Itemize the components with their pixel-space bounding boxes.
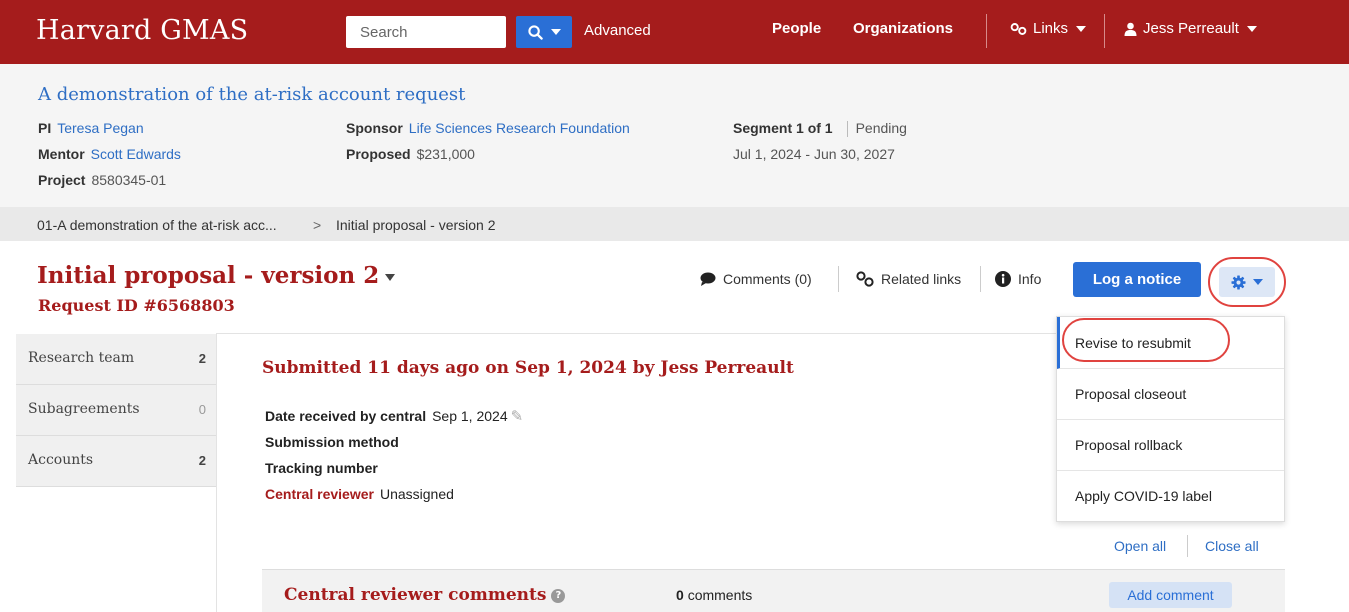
highlight-ring [1208, 257, 1286, 307]
page-title[interactable]: Initial proposal - version 2 [37, 262, 396, 289]
project-label: Project [38, 172, 86, 188]
project-title-link[interactable]: A demonstration of the at-risk account r… [38, 84, 465, 105]
menu-item-apply-covid-label[interactable]: Apply COVID-19 label [1057, 470, 1284, 522]
central-reviewer-field: Central reviewer Unassigned [265, 486, 454, 502]
menu-item-proposal-closeout[interactable]: Proposal closeout [1057, 368, 1284, 420]
comments-link[interactable]: Comments (0) [700, 271, 812, 287]
nav-links-label: Links [1033, 20, 1069, 37]
segment-dates: Jul 1, 2024 - Jun 30, 2027 [733, 146, 895, 162]
breadcrumb-separator: > [313, 217, 322, 233]
mentor-label: Mentor [38, 146, 85, 162]
proposed-amount: $231,000 [416, 146, 475, 162]
chevron-down-icon [385, 273, 396, 281]
info-icon [995, 271, 1011, 287]
sidebar-item-accounts[interactable]: Accounts 2 [16, 436, 216, 487]
date-received-value: Sep 1, 2024 [432, 408, 508, 424]
nav-divider [986, 14, 987, 48]
sidebar-item-research-team[interactable]: Research team 2 [16, 334, 216, 385]
help-icon[interactable]: ? [551, 588, 566, 603]
section-title: Central reviewer comments? [284, 585, 566, 605]
sidebar-item-label: Subagreements [28, 401, 140, 417]
sponsor-label: Sponsor [346, 120, 403, 136]
search-button[interactable] [516, 16, 572, 48]
pencil-icon[interactable]: ✎ [511, 407, 524, 425]
proposed-label: Proposed [346, 146, 411, 162]
project-field: Project 8580345-01 [38, 172, 166, 188]
status-text: Pending [855, 120, 907, 136]
close-all-link[interactable]: Close all [1205, 538, 1259, 554]
comment-icon [700, 272, 716, 286]
date-received-field: Date received by central Sep 1, 2024 ✎ [265, 407, 523, 425]
central-reviewer-value: Unassigned [379, 486, 454, 502]
sidebar-item-label: Accounts [28, 452, 94, 468]
search-input[interactable] [346, 16, 506, 48]
related-links-link[interactable]: Related links [856, 271, 961, 287]
mentor-link[interactable]: Scott Edwards [91, 146, 181, 162]
proposed-field: Proposed $231,000 [346, 146, 475, 162]
advanced-search-link[interactable]: Advanced [584, 22, 651, 39]
sidebar-item-count: 2 [198, 453, 206, 468]
page-title-text: Initial proposal - version 2 [37, 262, 380, 289]
comment-count: 0 comments [676, 587, 752, 603]
link-icon [856, 271, 874, 287]
divider [846, 121, 848, 138]
comment-count-label: comments [687, 587, 753, 603]
divider [216, 333, 217, 612]
chevron-down-icon [550, 29, 561, 35]
sidebar-item-subagreements[interactable]: Subagreements 0 [16, 385, 216, 436]
sponsor-field: Sponsor Life Sciences Research Foundation [346, 120, 630, 136]
chevron-down-icon [1076, 25, 1087, 32]
user-name: Jess Perreault [1143, 20, 1239, 37]
divider [1187, 535, 1188, 557]
breadcrumb-current: Initial proposal - version 2 [336, 217, 496, 233]
log-notice-button[interactable]: Log a notice [1073, 262, 1201, 297]
submission-heading: Submitted 11 days ago on Sep 1, 2024 by … [262, 358, 794, 378]
tracking-number-label: Tracking number [265, 460, 378, 476]
comments-label: Comments (0) [723, 271, 812, 287]
project-number: 8580345-01 [91, 172, 167, 188]
info-label: Info [1018, 271, 1042, 287]
sidebar-item-count: 0 [198, 402, 206, 417]
mentor-field: Mentor Scott Edwards [38, 146, 181, 162]
sidebar-item-count: 2 [198, 351, 206, 366]
submission-method-field: Submission method [265, 434, 405, 450]
pi-label: PI [38, 120, 52, 136]
breadcrumb-parent[interactable]: 01-A demonstration of the at-risk acc... [37, 217, 277, 233]
request-id: Request ID #6568803 [38, 296, 235, 315]
add-comment-button[interactable]: Add comment [1109, 582, 1232, 608]
segment-field: Segment 1 of 1 Pending [733, 120, 907, 138]
highlight-ring [1062, 318, 1230, 362]
date-range: Jul 1, 2024 - Jun 30, 2027 [733, 146, 895, 162]
pi-link[interactable]: Teresa Pegan [57, 120, 143, 136]
comment-count-number: 0 [676, 587, 684, 603]
open-all-link[interactable]: Open all [1114, 538, 1166, 554]
link-icon [1010, 22, 1027, 35]
search-icon [527, 24, 543, 40]
chevron-down-icon [1246, 25, 1257, 32]
nav-people[interactable]: People [772, 20, 821, 37]
tracking-number-field: Tracking number [265, 460, 384, 476]
nav-organizations[interactable]: Organizations [853, 20, 953, 37]
sidebar-item-label: Research team [28, 350, 135, 366]
sponsor-link[interactable]: Life Sciences Research Foundation [409, 120, 630, 136]
divider [980, 266, 981, 292]
date-received-label: Date received by central [265, 408, 427, 424]
nav-links-menu[interactable]: Links [1010, 20, 1087, 37]
section-title-text: Central reviewer comments [284, 585, 547, 605]
brand-logo[interactable]: Harvard GMAS [36, 15, 248, 46]
info-link[interactable]: Info [995, 271, 1041, 287]
user-icon [1124, 22, 1137, 36]
pi-field: PI Teresa Pegan [38, 120, 144, 136]
central-reviewer-label: Central reviewer [265, 486, 374, 502]
segment-label: Segment 1 of 1 [733, 120, 833, 136]
menu-item-proposal-rollback[interactable]: Proposal rollback [1057, 419, 1284, 471]
related-links-label: Related links [881, 271, 962, 287]
user-menu[interactable]: Jess Perreault [1124, 20, 1257, 37]
nav-divider [1104, 14, 1105, 48]
submission-method-label: Submission method [265, 434, 399, 450]
divider [838, 266, 839, 292]
